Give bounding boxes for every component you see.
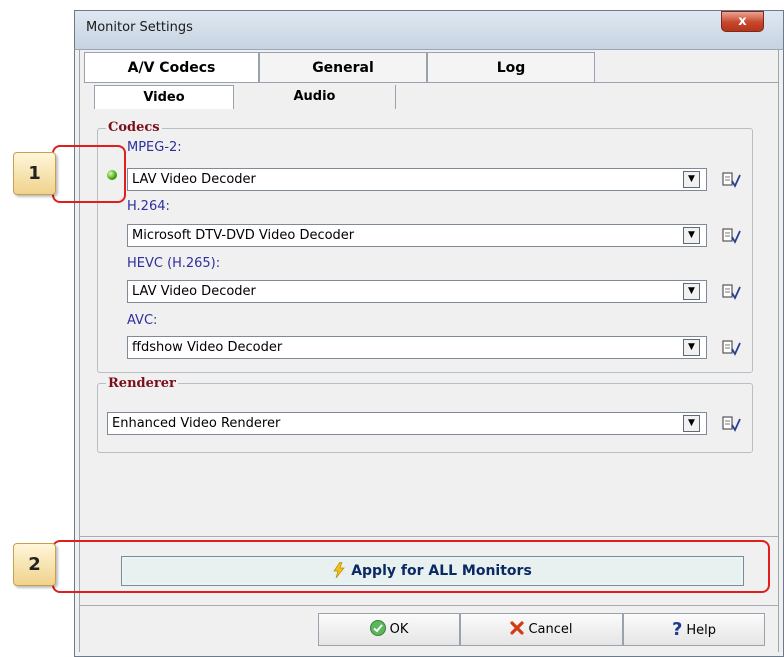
question-icon: ?: [671, 619, 683, 640]
chevron-down-icon[interactable]: ▼: [683, 227, 700, 244]
properties-icon[interactable]: [721, 226, 741, 246]
x-icon: [510, 621, 525, 635]
close-button[interactable]: x: [721, 11, 764, 32]
callout-2-badge: 2: [13, 543, 56, 586]
callout-2-highlight: [52, 540, 770, 593]
codec-label-h264: H.264:: [127, 199, 170, 214]
check-icon: [369, 620, 386, 636]
codec-label-hevc: HEVC (H.265):: [127, 256, 221, 271]
callout-1-badge: 1: [13, 152, 56, 195]
subtab-audio[interactable]: Audio: [234, 85, 396, 109]
properties-icon[interactable]: [721, 414, 741, 434]
chevron-down-icon[interactable]: ▼: [683, 415, 700, 432]
codec-value: Microsoft DTV-DVD Video Decoder: [132, 228, 355, 243]
chevron-down-icon[interactable]: ▼: [683, 283, 700, 300]
help-label: Help: [686, 623, 717, 638]
ok-button[interactable]: OK: [318, 613, 460, 646]
window-title: Monitor Settings: [86, 20, 193, 35]
tab-general[interactable]: General: [259, 52, 427, 82]
subtab-video[interactable]: Video: [94, 85, 234, 109]
codec-select-h264[interactable]: Microsoft DTV-DVD Video Decoder: [127, 224, 707, 247]
help-button[interactable]: ? Help: [623, 613, 765, 646]
tab-strip-divider: [84, 82, 779, 83]
codecs-group-label: Codecs: [106, 120, 162, 135]
properties-icon[interactable]: [721, 170, 741, 190]
codec-select-avc[interactable]: ffdshow Video Decoder: [127, 336, 707, 359]
cancel-label: Cancel: [528, 622, 573, 637]
renderer-select[interactable]: Enhanced Video Renderer: [107, 412, 707, 435]
callout-1-highlight: [52, 145, 126, 203]
renderer-value: Enhanced Video Renderer: [112, 416, 281, 431]
tab-av-codecs[interactable]: A/V Codecs: [84, 52, 259, 82]
properties-icon[interactable]: [721, 282, 741, 302]
codec-value: ffdshow Video Decoder: [132, 340, 283, 355]
tab-log[interactable]: Log: [427, 52, 595, 82]
ok-label: OK: [389, 622, 409, 637]
button-bar-divider: [79, 605, 779, 606]
codec-label-avc: AVC:: [127, 313, 158, 328]
chevron-down-icon[interactable]: ▼: [683, 339, 700, 356]
apply-panel-divider: [79, 536, 779, 537]
cancel-button[interactable]: Cancel: [460, 613, 623, 646]
codec-value: LAV Video Decoder: [132, 284, 256, 299]
codec-select-hevc[interactable]: LAV Video Decoder: [127, 280, 707, 303]
codec-label-mpeg2: MPEG-2:: [127, 140, 182, 155]
close-icon: x: [738, 14, 747, 29]
chevron-down-icon[interactable]: ▼: [683, 171, 700, 188]
codec-select-mpeg2[interactable]: LAV Video Decoder: [127, 168, 707, 191]
properties-icon[interactable]: [721, 338, 741, 358]
renderer-group-label: Renderer: [106, 376, 178, 391]
codec-value: LAV Video Decoder: [132, 172, 256, 187]
